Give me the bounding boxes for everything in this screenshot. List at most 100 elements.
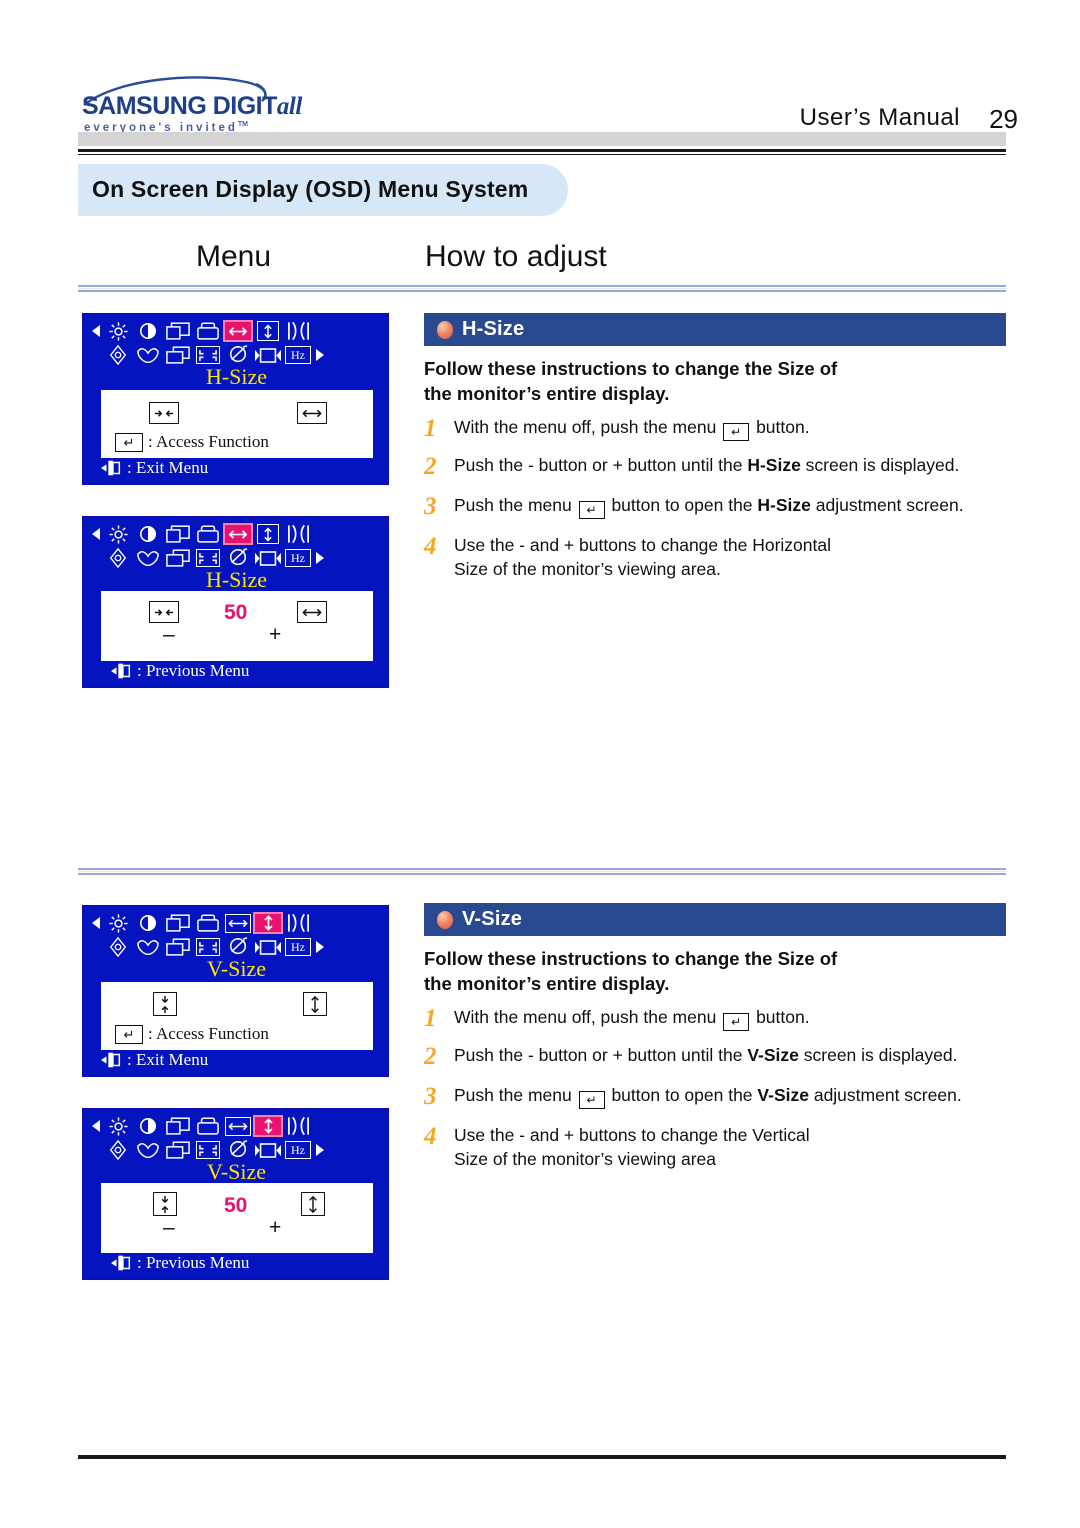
v-size-icon[interactable] xyxy=(253,523,283,545)
h-size-icon[interactable] xyxy=(223,1115,253,1137)
enter-key-icon[interactable]: ↵ xyxy=(115,1024,143,1044)
exit-menu-icon[interactable] xyxy=(101,1051,123,1069)
v-size-icon[interactable] xyxy=(253,1115,283,1137)
enter-key-icon[interactable]: ↵ xyxy=(578,1091,605,1110)
step-item: 4 Use the - and + buttons to change the … xyxy=(424,533,1006,581)
v-position-icon[interactable] xyxy=(193,1115,223,1137)
degauss-icon[interactable] xyxy=(193,936,223,958)
row2-spacer xyxy=(89,1139,103,1161)
moire-icon[interactable] xyxy=(133,936,163,958)
v-position-icon[interactable] xyxy=(193,523,223,545)
no-entry-icon[interactable] xyxy=(223,344,253,366)
step-emphasis: H-Size xyxy=(757,495,811,516)
contrast-icon[interactable] xyxy=(133,320,163,342)
v-size-narrow-icon[interactable] xyxy=(153,1192,177,1216)
no-entry-icon[interactable] xyxy=(223,936,253,958)
scroll-right-icon[interactable] xyxy=(313,547,327,569)
moire-icon[interactable] xyxy=(133,1139,163,1161)
plus-sign[interactable]: + xyxy=(269,1216,281,1240)
brightness-icon[interactable] xyxy=(103,523,133,545)
rotation-icon[interactable] xyxy=(103,547,133,569)
enter-key-icon[interactable]: ↵ xyxy=(723,1013,750,1032)
v-position-icon[interactable] xyxy=(193,912,223,934)
column-heading-menu: Menu xyxy=(196,240,272,273)
moire-icon[interactable] xyxy=(133,344,163,366)
zoom-icon[interactable] xyxy=(163,936,193,958)
rotation-icon[interactable] xyxy=(103,344,133,366)
osd-panel-h-size-menu: Hz H-Size ↵ : Access Function : Exit Men… xyxy=(82,313,389,485)
no-entry-icon[interactable] xyxy=(223,1139,253,1161)
h-size-wide-icon[interactable] xyxy=(297,601,327,623)
zoom-icon[interactable] xyxy=(163,547,193,569)
h-size-wide-icon[interactable] xyxy=(297,402,327,424)
frequency-hz-icon[interactable]: Hz xyxy=(283,344,313,366)
scroll-right-icon[interactable] xyxy=(313,1139,327,1161)
enter-key-icon[interactable]: ↵ xyxy=(115,432,143,452)
instruction-heading-title: V-Size xyxy=(462,908,523,930)
exit-menu-icon[interactable] xyxy=(111,662,133,680)
brightness-icon[interactable] xyxy=(103,912,133,934)
v-size-icon[interactable] xyxy=(253,912,283,934)
osd-footer: : Exit Menu xyxy=(101,456,373,480)
h-size-icon[interactable] xyxy=(223,912,253,934)
enter-key-icon[interactable]: ↵ xyxy=(578,501,605,520)
user-manual-label: User’s Manual xyxy=(799,104,960,131)
scroll-right-icon[interactable] xyxy=(313,936,327,958)
frequency-hz-icon[interactable]: Hz xyxy=(283,547,313,569)
h-size-narrow-icon[interactable] xyxy=(149,402,179,424)
h-size-icon[interactable] xyxy=(223,320,253,342)
h-size-narrow-icon[interactable] xyxy=(149,601,179,623)
scroll-left-icon[interactable] xyxy=(89,1115,103,1137)
degauss-icon[interactable] xyxy=(193,1139,223,1161)
pincushion-icon[interactable] xyxy=(283,1115,313,1137)
h-position-icon[interactable] xyxy=(163,523,193,545)
brightness-icon[interactable] xyxy=(103,320,133,342)
brightness-icon[interactable] xyxy=(103,1115,133,1137)
exit-menu-icon[interactable] xyxy=(111,1254,133,1272)
v-size-icon[interactable] xyxy=(253,320,283,342)
contrast-icon[interactable] xyxy=(133,1115,163,1137)
contrast-icon[interactable] xyxy=(133,523,163,545)
scroll-left-icon[interactable] xyxy=(89,523,103,545)
rotation-icon[interactable] xyxy=(103,936,133,958)
h-position-icon[interactable] xyxy=(163,1115,193,1137)
trapezoid-icon[interactable] xyxy=(253,936,283,958)
osd-footer-label: : Previous Menu xyxy=(137,1253,250,1272)
h-position-icon[interactable] xyxy=(163,912,193,934)
trapezoid-icon[interactable] xyxy=(253,344,283,366)
scroll-right-icon[interactable] xyxy=(313,344,327,366)
minus-sign[interactable]: – xyxy=(163,623,175,647)
zoom-icon[interactable] xyxy=(163,1139,193,1161)
step-number: 2 xyxy=(424,453,437,481)
enter-key-icon[interactable]: ↵ xyxy=(723,423,750,442)
frequency-hz-icon[interactable]: Hz xyxy=(283,1139,313,1161)
h-position-icon[interactable] xyxy=(163,320,193,342)
samsung-logo: SAMSUNG DIGITall everyone's invitedTM xyxy=(78,74,302,134)
h-size-icon[interactable] xyxy=(223,523,253,545)
pincushion-icon[interactable] xyxy=(283,912,313,934)
exit-menu-icon[interactable] xyxy=(101,459,123,477)
scroll-left-icon[interactable] xyxy=(89,320,103,342)
v-position-icon[interactable] xyxy=(193,320,223,342)
pincushion-icon[interactable] xyxy=(283,523,313,545)
degauss-icon[interactable] xyxy=(193,344,223,366)
degauss-icon[interactable] xyxy=(193,547,223,569)
column-heading-how-to-adjust: How to adjust xyxy=(425,240,607,273)
plus-sign[interactable]: + xyxy=(269,623,281,647)
osd-footer-label: : Previous Menu xyxy=(137,661,250,680)
trapezoid-icon[interactable] xyxy=(253,547,283,569)
osd-panel-v-size-adjust: Hz V-Size 50 – + : Previous Menu xyxy=(82,1108,389,1280)
v-size-tall-icon[interactable] xyxy=(303,992,327,1016)
v-size-narrow-icon[interactable] xyxy=(153,992,177,1016)
v-size-tall-icon[interactable] xyxy=(301,1192,325,1216)
frequency-hz-icon[interactable]: Hz xyxy=(283,936,313,958)
zoom-icon[interactable] xyxy=(163,344,193,366)
pincushion-icon[interactable] xyxy=(283,320,313,342)
contrast-icon[interactable] xyxy=(133,912,163,934)
no-entry-icon[interactable] xyxy=(223,547,253,569)
scroll-left-icon[interactable] xyxy=(89,912,103,934)
moire-icon[interactable] xyxy=(133,547,163,569)
rotation-icon[interactable] xyxy=(103,1139,133,1161)
minus-sign[interactable]: – xyxy=(163,1216,175,1240)
trapezoid-icon[interactable] xyxy=(253,1139,283,1161)
